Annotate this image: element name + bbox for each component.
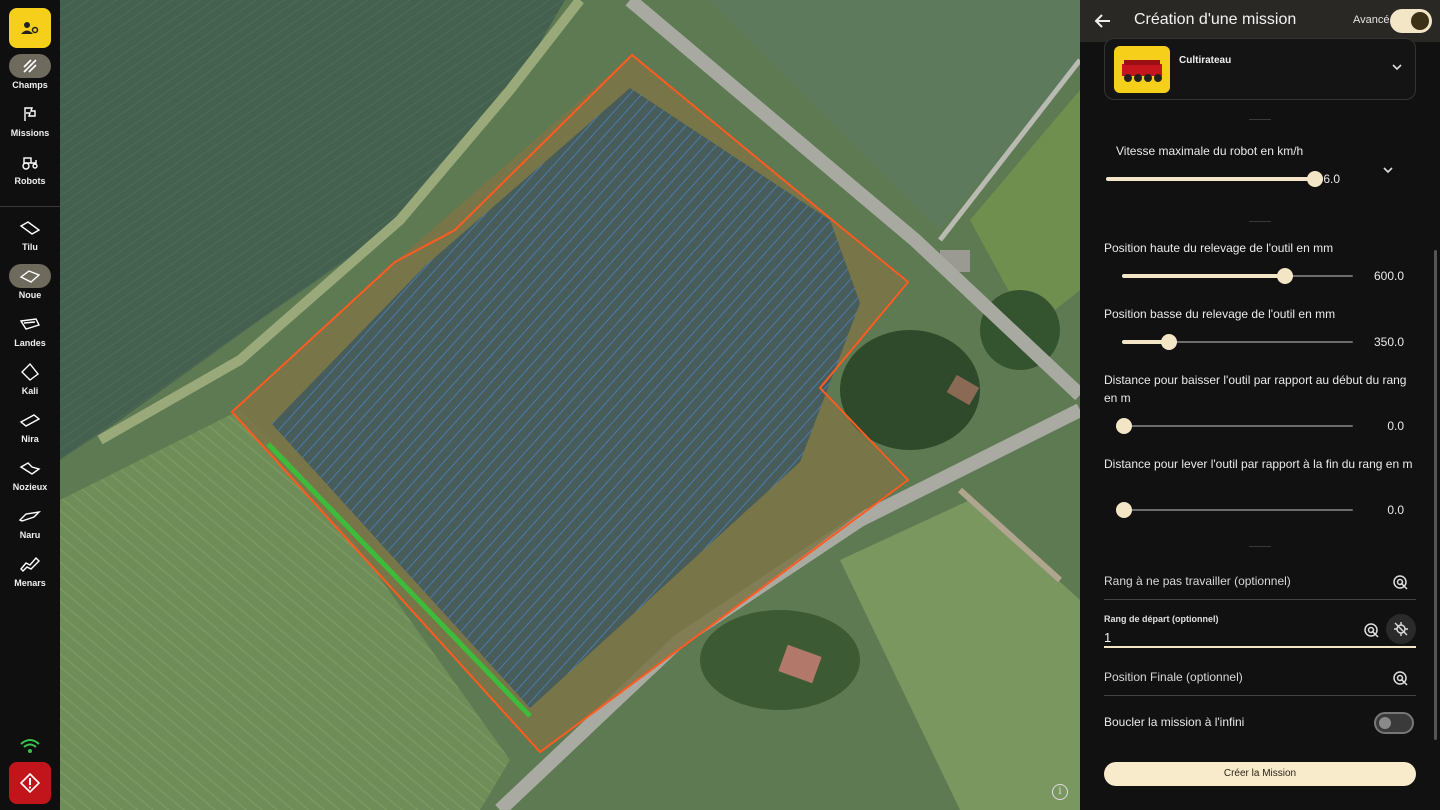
final-position-field[interactable]: Position Finale (optionnel) [1104, 662, 1416, 696]
slider-fill [1122, 274, 1285, 278]
account-button[interactable] [9, 8, 51, 48]
speed-slider[interactable] [1106, 171, 1323, 187]
nav-item-noue[interactable]: Noue [0, 264, 60, 300]
map-canvas [60, 0, 1080, 810]
nav-item-nozieux[interactable]: Nozieux [0, 456, 60, 492]
nav-item-landes[interactable]: Landes [0, 312, 60, 348]
user-settings-icon [21, 22, 39, 34]
location-off-icon [1394, 622, 1408, 636]
tool-select[interactable]: Cultirateau [1104, 38, 1416, 100]
nav-label: Menars [14, 578, 46, 588]
target-pick-icon[interactable] [1362, 621, 1380, 639]
slider-thumb[interactable] [1116, 502, 1132, 518]
section-divider [1249, 221, 1271, 222]
nav-divider [0, 206, 60, 207]
nav-item-nira[interactable]: Nira [0, 408, 60, 444]
loop-toggle[interactable] [1374, 712, 1414, 734]
parcel-shape-icon [9, 312, 51, 336]
tool-name: Cultirateau [1179, 55, 1232, 66]
tractor-icon [9, 150, 51, 174]
toggle-knob [1379, 717, 1391, 729]
mission-panel: Création d'une mission Avancé Cultiratea… [1080, 0, 1440, 810]
target-pick-icon[interactable] [1391, 669, 1409, 687]
parcel-shape-icon [9, 552, 51, 576]
back-button[interactable] [1092, 10, 1114, 32]
speed-value: 6.0 [1323, 172, 1340, 186]
clear-start-row-button[interactable] [1386, 614, 1416, 644]
advanced-label: Avancé [1353, 14, 1390, 26]
nav-item-tilu[interactable]: Tilu [0, 216, 60, 252]
nav-item-robots[interactable]: Robots [0, 150, 60, 186]
loop-label: Boucler la mission à l'infini [1104, 715, 1245, 729]
raise-high-slider[interactable] [1122, 268, 1353, 284]
nav-label: Landes [14, 338, 46, 348]
skip-row-field[interactable]: Rang à ne pas travailler (optionnel) [1104, 566, 1416, 600]
nav-item-menars[interactable]: Menars [0, 552, 60, 588]
create-mission-button[interactable]: Créer la Mission [1104, 762, 1416, 786]
start-row-input[interactable] [1104, 628, 1344, 646]
page-title: Création d'une mission [1134, 11, 1297, 28]
arrow-left-icon [1094, 14, 1110, 28]
raise-low-slider[interactable] [1122, 334, 1353, 350]
slider-thumb[interactable] [1277, 268, 1293, 284]
target-pick-icon[interactable] [1391, 573, 1409, 591]
nav-label: Champs [12, 80, 48, 90]
chevron-down-icon[interactable] [1382, 164, 1394, 176]
raise-high-label: Position haute du relevage de l'outil en… [1104, 241, 1334, 255]
lower-distance-slider[interactable] [1116, 418, 1353, 434]
scrollbar[interactable] [1434, 250, 1437, 740]
speed-label: Vitesse maximale du robot en km/h [1116, 144, 1304, 158]
lower-distance-value: 0.0 [1387, 419, 1404, 433]
nav-label: Tilu [22, 242, 38, 252]
map-info-button[interactable]: i [1052, 784, 1068, 800]
nav-label: Nira [21, 434, 39, 444]
nav-item-missions[interactable]: Missions [0, 102, 60, 138]
nav-label: Missions [10, 128, 50, 138]
parcel-shape-icon [9, 216, 51, 240]
start-row-label: Rang de départ (optionnel) [1104, 614, 1219, 624]
panel-header: Création d'une mission Avancé [1080, 0, 1440, 42]
nav-item-champs[interactable]: Champs [0, 54, 60, 90]
tool-thumbnail [1114, 46, 1170, 93]
section-divider [1249, 546, 1271, 547]
parcel-shape-icon [9, 408, 51, 432]
parcel-shape-icon [9, 360, 51, 384]
flag-icon [9, 102, 51, 126]
nav-label: Noue [18, 290, 42, 300]
emergency-stop-icon [20, 773, 40, 793]
skip-row-label: Rang à ne pas travailler (optionnel) [1104, 574, 1291, 588]
nav-label: Robots [14, 176, 46, 186]
lower-distance-label: Distance pour baisser l'outil par rappor… [1104, 373, 1407, 405]
field-stripes-icon [9, 54, 51, 78]
nav-item-kali[interactable]: Kali [0, 360, 60, 396]
raise-high-value: 600.0 [1373, 269, 1404, 283]
lift-distance-value: 0.0 [1387, 503, 1404, 517]
satellite-map[interactable]: i [60, 0, 1080, 810]
advanced-toggle[interactable] [1390, 9, 1432, 33]
lift-distance-slider[interactable] [1116, 502, 1353, 518]
emergency-stop-button[interactable] [9, 762, 51, 804]
toggle-knob [1411, 12, 1429, 30]
nav-label: Nozieux [12, 482, 48, 492]
slider-fill [1106, 177, 1315, 181]
nav-item-naru[interactable]: Naru [0, 504, 60, 540]
lift-distance-label: Distance pour lever l'outil par rapport … [1104, 457, 1413, 471]
final-position-label: Position Finale (optionnel) [1104, 670, 1243, 684]
parcel-shape-icon [9, 264, 51, 288]
parcel-shape-icon [9, 456, 51, 480]
section-divider [1249, 119, 1271, 120]
raise-low-label: Position basse du relevage de l'outil en… [1104, 307, 1336, 321]
parcel-shape-icon [9, 504, 51, 528]
nav-rail: Champs Missions Robots Tilu Noue Landes … [0, 0, 60, 810]
chevron-down-icon [1392, 64, 1402, 71]
slider-track [1122, 425, 1353, 427]
slider-thumb[interactable] [1116, 418, 1132, 434]
nav-label: Naru [19, 530, 41, 540]
wifi-icon [19, 738, 41, 759]
trees [700, 610, 860, 710]
slider-track [1122, 509, 1353, 511]
nav-label: Kali [21, 386, 39, 396]
raise-low-value: 350.0 [1373, 335, 1404, 349]
slider-thumb[interactable] [1161, 334, 1177, 350]
